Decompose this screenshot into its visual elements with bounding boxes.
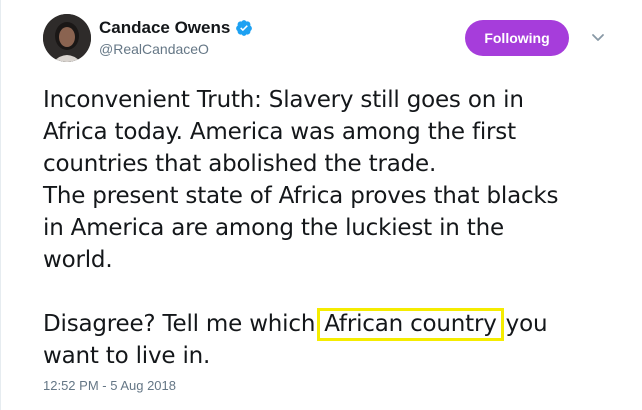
avatar[interactable] — [43, 14, 91, 62]
tweet-line: Inconvenient Truth: Slavery still goes o… — [43, 87, 524, 113]
name-row: Candace Owens — [99, 18, 253, 38]
author-handle[interactable]: @RealCandaceO — [99, 41, 253, 57]
tweet-text: Inconvenient Truth: Slavery still goes o… — [43, 84, 613, 372]
display-name[interactable]: Candace Owens — [99, 18, 230, 38]
avatar-image — [43, 14, 91, 62]
tweet-line: want to live in. — [43, 343, 211, 369]
tweet-line: world. — [43, 247, 113, 273]
tweet-line: countries that abolished the trade. — [43, 151, 437, 177]
tweet-line: Africa today. America was among the firs… — [43, 119, 516, 145]
tweet-card: Candace Owens @RealCandaceO Following In… — [0, 0, 642, 410]
chevron-down-icon[interactable] — [589, 28, 607, 46]
author-identity: Candace Owens @RealCandaceO — [99, 18, 253, 57]
highlighted-phrase: African country — [317, 308, 504, 341]
tweet-line: The present state of Africa proves that … — [43, 183, 559, 209]
verified-badge-icon — [235, 19, 253, 37]
question-text: Disagree? Tell me which — [43, 311, 316, 337]
following-button[interactable]: Following — [465, 20, 569, 56]
question-text-end: you — [505, 311, 548, 337]
tweet-line-question: Disagree? Tell me which African country yo… — [43, 308, 613, 341]
tweet-header: Candace Owens @RealCandaceO Following — [43, 14, 623, 64]
tweet-line: in America are among the luckiest in the — [43, 215, 504, 241]
tweet-timestamp[interactable]: 12:52 PM - 5 Aug 2018 — [43, 378, 176, 393]
paragraph-break — [43, 276, 613, 308]
